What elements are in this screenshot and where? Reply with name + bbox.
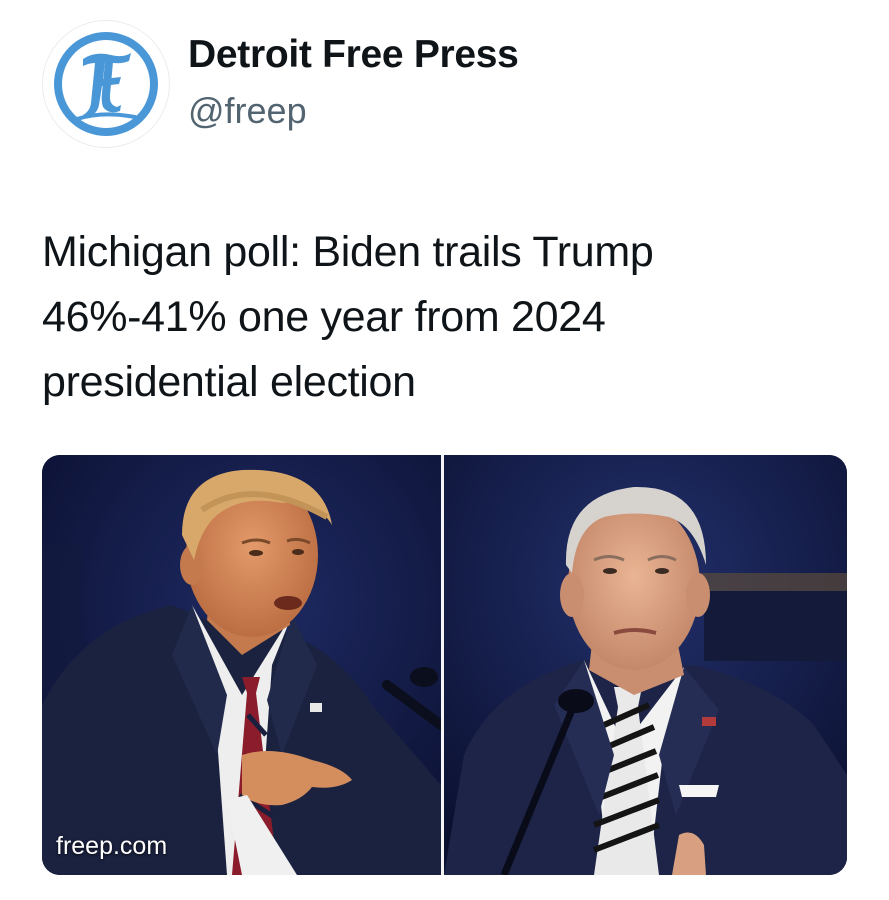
freep-logo-icon bbox=[54, 32, 158, 136]
link-domain: freep.com bbox=[56, 832, 168, 860]
headline-line-1: Michigan poll: Biden trails Trump bbox=[42, 228, 654, 276]
headline-line-2: 46%-41% one year from 2024 bbox=[42, 293, 606, 341]
candidate-photo-left bbox=[42, 455, 441, 875]
link-preview-card[interactable]: freep.com bbox=[42, 455, 847, 875]
account-avatar[interactable] bbox=[42, 20, 170, 148]
candidate-photo-right bbox=[444, 455, 847, 875]
account-display-name[interactable]: Detroit Free Press bbox=[188, 33, 519, 77]
account-handle[interactable]: @freep bbox=[188, 90, 307, 132]
tweet-headline: Michigan poll: Biden trails Trump 46%-41%… bbox=[42, 220, 832, 415]
headline-line-3: presidential election bbox=[42, 358, 416, 406]
